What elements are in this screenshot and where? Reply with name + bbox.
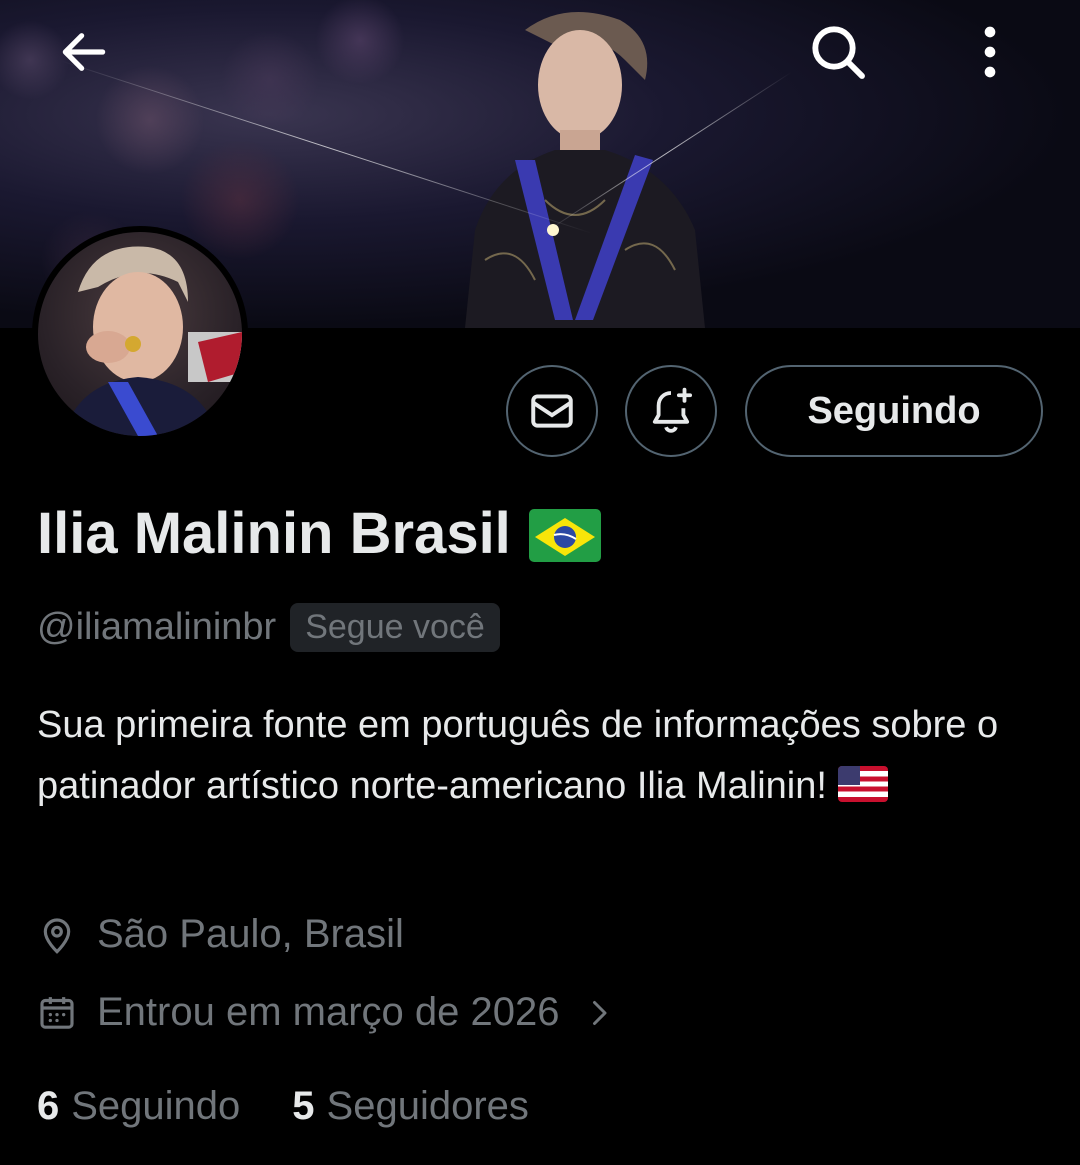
bell-plus-icon xyxy=(652,387,693,433)
profile-bio: Sua primeira fonte em português de infor… xyxy=(37,695,1047,817)
message-button[interactable] xyxy=(506,365,598,457)
banner-skater-image xyxy=(465,12,705,328)
following-count-link[interactable]: 6 Seguindo xyxy=(37,1084,240,1129)
following-button[interactable]: Seguindo xyxy=(745,365,1043,457)
avatar[interactable] xyxy=(32,226,248,442)
display-name: Ilia Malinin Brasil xyxy=(37,501,511,566)
following-count: 6 xyxy=(37,1084,60,1128)
back-button[interactable] xyxy=(52,20,116,84)
location-pin-icon xyxy=(43,918,71,954)
search-button[interactable] xyxy=(806,20,870,84)
brazil-flag-icon xyxy=(528,508,601,562)
more-options-button[interactable] xyxy=(958,20,1022,84)
followers-count-link[interactable]: 5 Seguidores xyxy=(292,1084,529,1129)
us-flag-icon xyxy=(837,766,888,802)
username-handle: @iliamalininbr xyxy=(37,606,277,648)
notifications-button[interactable] xyxy=(625,365,717,457)
handle-row: @iliamalininbr Segue você xyxy=(37,603,500,652)
mail-icon xyxy=(531,394,573,428)
arrow-left-icon xyxy=(62,33,106,71)
follow-stats: 6 Seguindo 5 Seguidores xyxy=(37,1084,529,1129)
joined-date-text: Entrou em março de 2026 xyxy=(97,990,560,1034)
profile-name: Ilia Malinin Brasil xyxy=(37,500,601,567)
joined-row[interactable]: Entrou em março de 2026 xyxy=(37,990,617,1035)
chevron-right-icon xyxy=(593,1000,607,1025)
location-row: São Paulo, Brasil xyxy=(37,912,404,957)
followers-label: Seguidores xyxy=(326,1084,529,1128)
following-label: Seguindo xyxy=(71,1084,241,1128)
followers-count: 5 xyxy=(292,1084,315,1128)
avatar-image xyxy=(38,232,242,436)
location-text: São Paulo, Brasil xyxy=(97,912,404,956)
following-button-label: Seguindo xyxy=(807,389,981,432)
calendar-icon xyxy=(40,996,74,1029)
avatar-portrait xyxy=(63,246,242,436)
more-vertical-icon xyxy=(984,26,996,78)
search-icon xyxy=(812,26,865,79)
follows-you-badge: Segue você xyxy=(290,603,500,652)
